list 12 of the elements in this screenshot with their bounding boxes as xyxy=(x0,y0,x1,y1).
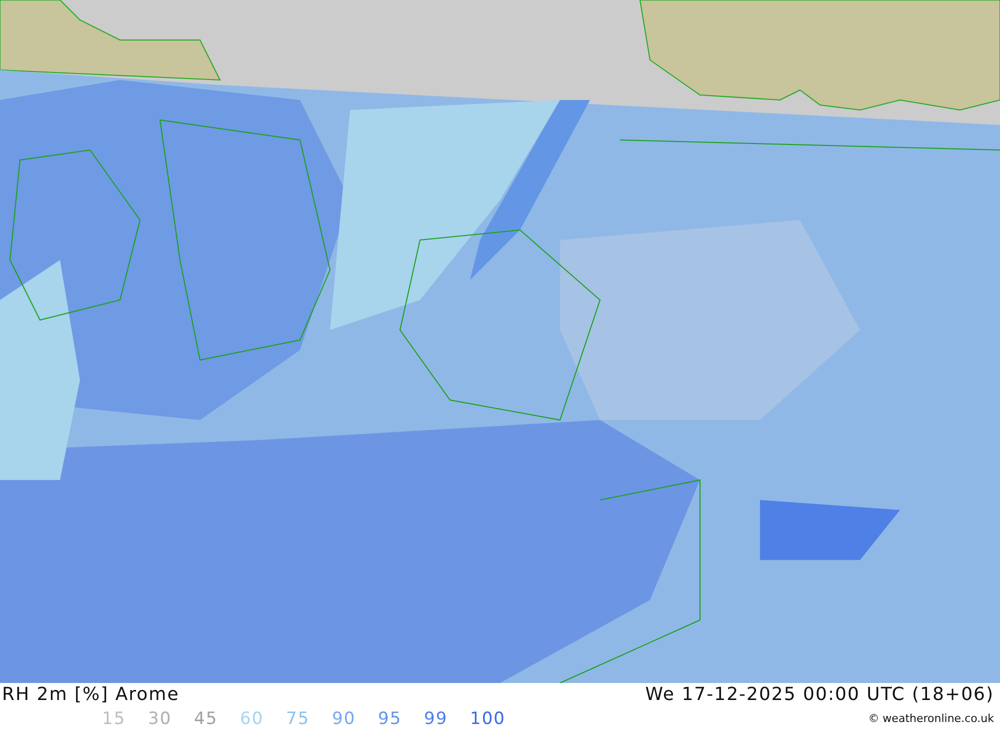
legend-value: 45 xyxy=(194,708,219,731)
legend-value: 99 xyxy=(424,708,449,731)
map-title: RH 2m [%] Arome xyxy=(2,683,180,707)
legend-value: 100 xyxy=(470,708,506,731)
legend-value: 90 xyxy=(332,708,357,731)
forecast-datetime: We 17-12-2025 00:00 UTC (18+06) xyxy=(645,683,994,707)
legend-value: 95 xyxy=(378,708,403,731)
legend-value: 75 xyxy=(286,708,311,731)
legend-value: 60 xyxy=(240,708,265,731)
credit-link[interactable]: © weatheronline.co.uk xyxy=(868,710,994,728)
legend-value: 30 xyxy=(148,708,173,731)
legend-value: 15 xyxy=(102,708,127,731)
